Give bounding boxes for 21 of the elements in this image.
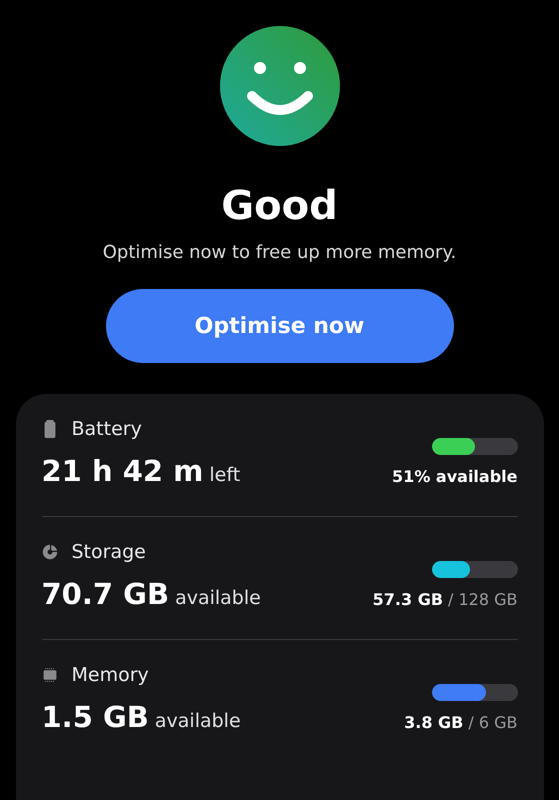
chip-icon (42, 666, 58, 684)
item-label: Battery (72, 418, 142, 440)
usage-amount: 57.3 GB (372, 590, 444, 609)
item-value: 70.7 GB (42, 577, 170, 611)
status-title: Good (221, 182, 338, 230)
usage-total: / 6 GB (468, 713, 518, 732)
usage-total: / 128 GB (448, 590, 518, 609)
smiley-icon (220, 26, 340, 146)
item-value: 21 h 42 m (42, 454, 204, 488)
item-unit: available (154, 710, 241, 732)
pie-chart-icon (42, 543, 58, 561)
usage-amount: 51% available (392, 467, 518, 486)
status-message: Optimise now to free up more memory. (102, 242, 456, 263)
item-unit: available (175, 587, 261, 609)
item-label: Storage (72, 541, 146, 563)
item-label: Memory (72, 664, 149, 686)
optimise-button[interactable]: Optimise now (106, 289, 454, 363)
item-unit: left (209, 464, 240, 486)
usage-amount: 3.8 GB (404, 713, 464, 732)
item-value: 1.5 GB (42, 700, 149, 734)
battery-icon (42, 420, 58, 438)
